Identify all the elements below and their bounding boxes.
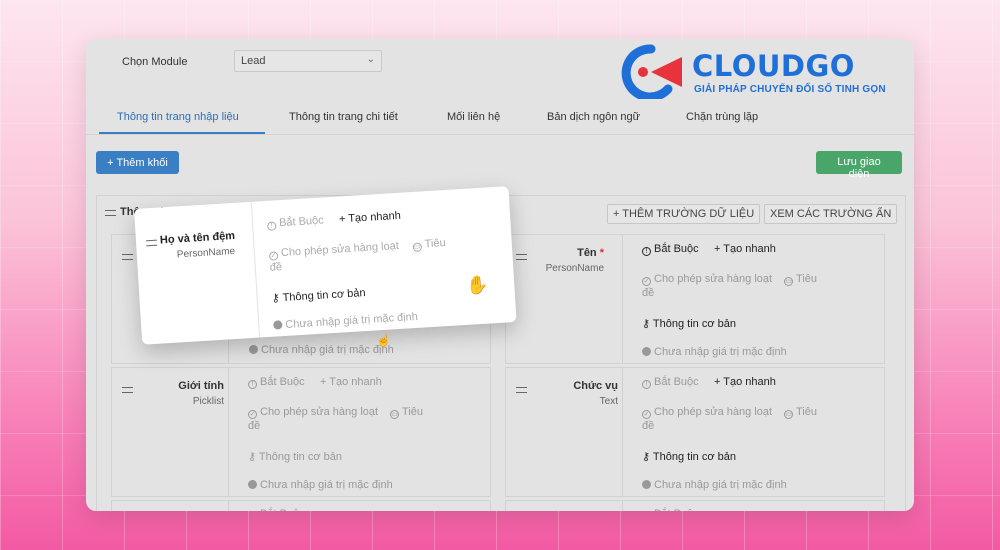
add-block-button[interactable]: + Thêm khối: [96, 151, 179, 174]
cloudgo-logo-mark-icon: [621, 44, 682, 99]
field-type: PersonName: [545, 263, 604, 274]
tab-translations[interactable]: Bản dịch ngôn ngữ: [547, 111, 640, 123]
header-option[interactable]: ▭ Tiêu: [784, 273, 817, 286]
header-option[interactable]: ▭ Tiêu: [390, 406, 423, 419]
module-select[interactable]: Lead ⌄: [234, 50, 382, 72]
tab-bar: Thông tin trang nhập liệu Thông tin tran…: [86, 103, 914, 135]
card-divider: [228, 501, 229, 511]
field-card-job-title[interactable]: Chức vụ Text ! Bắt Buộc + Tạo nhanh ✓ Cho …: [505, 367, 885, 497]
field-name: Chức vụ: [573, 380, 618, 392]
tab-duplicate-block[interactable]: Chặn trùng lặp: [686, 111, 758, 123]
drag-handle-icon[interactable]: [516, 387, 527, 393]
card-divider: [250, 201, 261, 338]
active-tab-underline: [99, 132, 265, 134]
mass-edit-option[interactable]: ✓ Cho phép sửa hàng loạt: [642, 406, 772, 419]
drag-handle-icon[interactable]: [145, 239, 158, 247]
quick-create-option[interactable]: + Tạo nhanh: [714, 243, 776, 255]
card-divider: [622, 235, 623, 363]
logo-wordmark: CLOUDGO: [692, 49, 855, 83]
field-card-gender[interactable]: Giới tính Picklist ! Bắt Buộc + Tạo nhanh…: [111, 367, 491, 497]
required-option[interactable]: !Bắt Buộc: [642, 508, 699, 511]
quick-create-option[interactable]: + Tạo nhanh: [320, 376, 382, 388]
save-layout-button[interactable]: Lưu giao diện: [816, 151, 902, 180]
pointer-cursor-icon: ☝: [376, 333, 391, 347]
required-option[interactable]: !Bắt Buộc: [642, 376, 699, 389]
logo-tagline: GIẢI PHÁP CHUYỂN ĐỔI SỐ TINH GỌN: [694, 84, 886, 95]
key-icon: ⚷: [248, 451, 259, 463]
field-card-next-row-right[interactable]: !Bắt Buộc: [505, 500, 885, 511]
tab-input-page[interactable]: Thông tin trang nhập liệu: [117, 111, 239, 123]
default-value-option[interactable]: Chưa nhập giá trị mặc định: [248, 479, 393, 491]
required-mark: *: [599, 247, 604, 259]
field-type: Text: [599, 396, 618, 407]
card-divider: [622, 368, 623, 496]
module-label: Chọn Module: [122, 56, 188, 68]
drag-handle-icon[interactable]: [516, 254, 527, 260]
dot-icon: [273, 320, 283, 330]
header-option-cont: đề: [642, 420, 655, 432]
quick-create-option[interactable]: + Tạo nhanh: [339, 210, 402, 226]
dot-icon: [249, 345, 258, 354]
required-option[interactable]: !Bắt Buộc: [642, 243, 699, 256]
cloudgo-logo: CLOUDGO GIẢI PHÁP CHUYỂN ĐỔI SỐ TINH GỌN: [618, 43, 908, 99]
tab-relations[interactable]: Mối liên hệ: [447, 111, 500, 123]
default-value-option[interactable]: Chưa nhập giá trị mặc định: [642, 479, 787, 491]
layout-editor-window: Chọn Module Lead ⌄ CLOUDGO GIẢI PHÁP CHU…: [86, 39, 914, 511]
mass-edit-option[interactable]: ✓ Cho phép sửa hàng loạt: [642, 273, 772, 286]
dragged-field-card[interactable]: Họ và tên đệm PersonName ! Bắt Buộc + Tạo…: [134, 186, 517, 345]
field-card-next-row-left[interactable]: !Bắt Buộc: [111, 500, 491, 511]
mass-edit-option[interactable]: ✓ Cho phép sửa hàng loạt: [268, 240, 400, 261]
header-option-cont: đề: [642, 287, 655, 299]
basic-info-option[interactable]: ⚷ Thông tin cơ bản: [642, 450, 736, 463]
module-select-value: Lead: [241, 55, 266, 67]
basic-info-option[interactable]: ⚷ Thông tin cơ bản: [248, 450, 342, 463]
quick-create-option[interactable]: + Tạo nhanh: [714, 376, 776, 388]
key-icon: ⚷: [642, 318, 653, 330]
default-value-option[interactable]: Chưa nhập giá trị mặc định: [273, 311, 418, 332]
mass-edit-option[interactable]: ✓ Cho phép sửa hàng loạt: [248, 406, 378, 419]
dot-icon: [642, 480, 651, 489]
field-type: PersonName: [176, 245, 236, 261]
view-hidden-fields-button[interactable]: XEM CÁC TRƯỜNG ẨN: [764, 204, 898, 224]
key-icon: ⚷: [642, 451, 653, 463]
card-divider: [622, 501, 623, 511]
card-divider: [228, 368, 229, 496]
tab-detail-page[interactable]: Thông tin trang chi tiết: [289, 111, 398, 123]
field-name: Giới tính: [178, 380, 224, 392]
field-card-first-name[interactable]: Tên * PersonName ! Bắt Buộc + Tạo nhanh ✓…: [505, 234, 885, 364]
drag-handle-icon[interactable]: [122, 254, 133, 260]
default-value-option[interactable]: Chưa nhập giá trị mặc định: [249, 344, 394, 356]
required-option[interactable]: !Bắt Buộc: [248, 376, 305, 389]
header-option[interactable]: ▭ Tiêu: [784, 406, 817, 419]
required-option[interactable]: !Bắt Buộc: [267, 214, 324, 231]
default-value-option[interactable]: Chưa nhập giá trị mặc định: [642, 346, 787, 358]
add-field-button[interactable]: + THÊM TRƯỜNG DỮ LIỆU: [607, 204, 761, 224]
required-option[interactable]: !Bắt Buộc: [248, 508, 305, 511]
basic-info-option[interactable]: ⚷ Thông tin cơ bản: [642, 317, 736, 330]
field-name: Họ và tên đệm: [159, 229, 236, 247]
dot-icon: [248, 480, 257, 489]
key-icon: ⚷: [271, 292, 284, 305]
header-option-cont: đề: [269, 261, 283, 274]
block-drag-handle-icon[interactable]: [105, 210, 116, 216]
header-option[interactable]: ▭ Tiêu: [412, 237, 446, 253]
field-type: Picklist: [192, 396, 224, 407]
basic-info-option[interactable]: ⚷ Thông tin cơ bản: [271, 286, 366, 305]
grab-hand-cursor-icon: ✋: [466, 275, 489, 295]
header-option-cont: đề: [248, 420, 261, 432]
dot-icon: [642, 347, 651, 356]
chevron-down-icon: ⌄: [366, 54, 375, 65]
drag-handle-icon[interactable]: [122, 387, 133, 393]
field-name: Tên *: [577, 247, 604, 259]
